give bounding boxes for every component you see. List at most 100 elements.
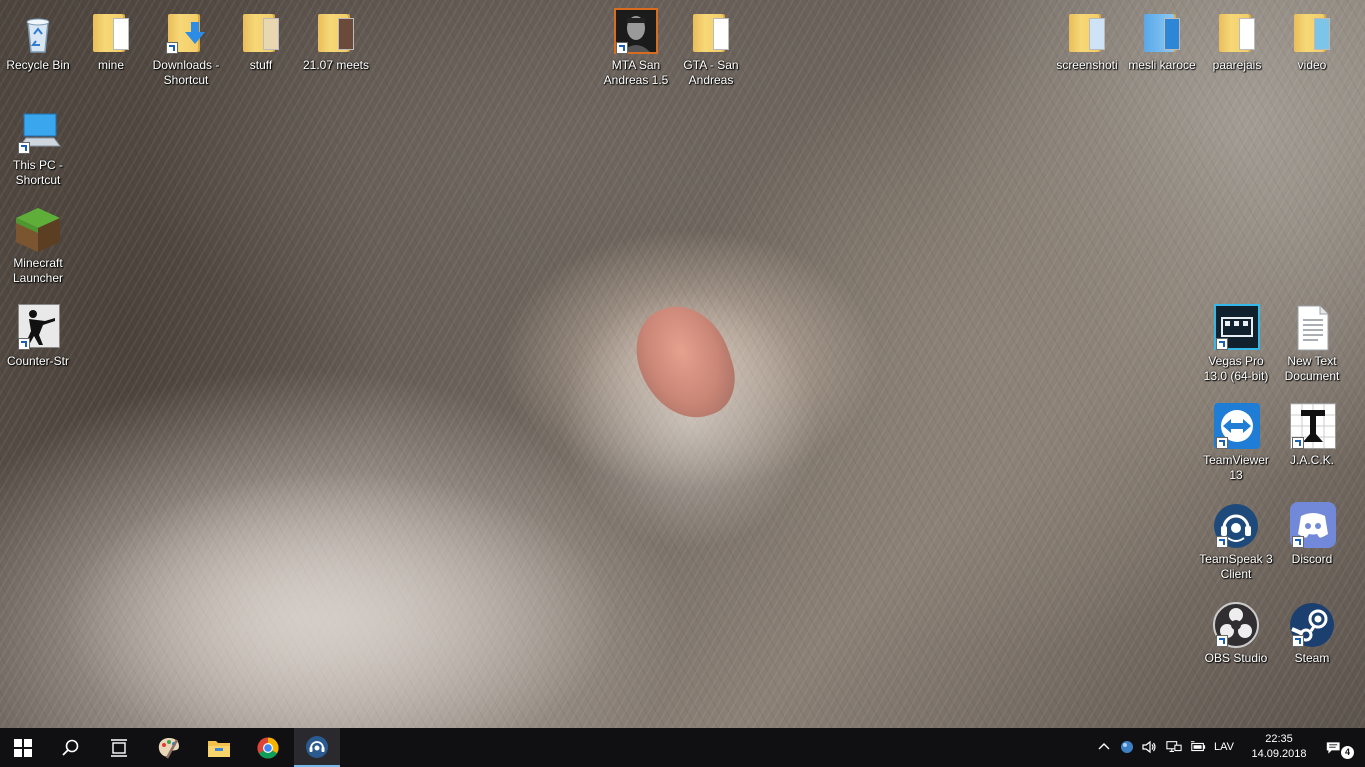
desktop-icon-label: paarejais	[1212, 58, 1262, 72]
notification-icon	[1326, 742, 1340, 754]
folder-icon	[1288, 8, 1336, 56]
folder-icon	[1138, 8, 1186, 56]
battery-icon	[1190, 741, 1206, 752]
desktop-icon-gta-san-andreas[interactable]: GTA - San Andreas	[673, 8, 749, 88]
desktop-icon-label: This PC - Shortcut	[12, 158, 63, 187]
shortcut-arrow-icon	[1216, 437, 1228, 449]
desktop-icon-label: mesli karoce	[1128, 58, 1196, 72]
desktop-wallpaper: Recycle Bin mine Downloads - Shortcut st…	[0, 0, 1365, 728]
shortcut-arrow-icon	[1216, 338, 1228, 350]
desktop-icon-label: video	[1297, 58, 1327, 72]
desktop-icon-counter-strike[interactable]: Counter-Str	[0, 304, 76, 369]
task-view-icon	[111, 738, 127, 757]
shortcut-arrow-icon	[18, 338, 30, 350]
windows-logo-icon	[14, 738, 32, 757]
desktop-icon-label: MTA San Andreas 1.5	[603, 58, 669, 87]
desktop-icon-21-07-meets[interactable]: 21.07 meets	[298, 8, 374, 73]
volume-button[interactable]	[1140, 728, 1158, 767]
desktop-icon-mine[interactable]: mine	[73, 8, 149, 73]
counter-strike-icon	[14, 304, 62, 352]
mta-san-andreas-icon	[612, 8, 660, 56]
taskbar-chrome[interactable]	[245, 728, 291, 767]
desktop-icon-downloads-shortcut[interactable]: Downloads - Shortcut	[148, 8, 224, 88]
desktop-icon-label: Recycle Bin	[6, 58, 70, 72]
folder-icon	[1213, 8, 1261, 56]
jack-editor-icon	[1288, 403, 1336, 451]
desktop-icon-label: Vegas Pro 13.0 (64-bit)	[1203, 354, 1269, 383]
network-button[interactable]	[1164, 728, 1184, 767]
folder-icon	[87, 8, 135, 56]
shortcut-arrow-icon	[1292, 635, 1304, 647]
folder-icon	[312, 8, 360, 56]
desktop-icon-obs-studio[interactable]: OBS Studio	[1198, 601, 1274, 666]
desktop-icon-label: Discord	[1291, 552, 1333, 566]
battery-button[interactable]	[1188, 728, 1208, 767]
desktop-icon-recycle-bin[interactable]: Recycle Bin	[0, 8, 76, 73]
notification-count-badge: 4	[1341, 746, 1354, 759]
desktop-icon-label: stuff	[249, 58, 273, 72]
desktop-icon-vegas-pro[interactable]: Vegas Pro 13.0 (64-bit)	[1198, 304, 1274, 384]
desktop-icon-minecraft-launcher[interactable]: Minecraft Launcher	[0, 206, 76, 286]
taskbar-paint-app[interactable]	[146, 728, 192, 767]
teamviewer-icon	[1212, 403, 1260, 451]
text-document-icon	[1288, 304, 1336, 352]
volume-icon	[1142, 740, 1156, 754]
desktop-icon-label: OBS Studio	[1204, 651, 1268, 665]
input-language-indicator[interactable]: LAV	[1214, 741, 1234, 753]
paint-palette-icon	[158, 737, 179, 759]
shortcut-arrow-icon	[1216, 536, 1228, 548]
start-button[interactable]	[0, 728, 46, 767]
desktop-icon-new-text-document[interactable]: New Text Document	[1274, 304, 1350, 384]
task-view-button[interactable]	[96, 728, 142, 767]
clock[interactable]: 22:35 14.09.2018	[1248, 732, 1310, 762]
taskbar-teamspeak[interactable]	[294, 728, 340, 767]
chevron-up-icon	[1098, 743, 1110, 750]
minecraft-grass-block-icon	[14, 206, 62, 254]
obs-studio-icon	[1212, 601, 1260, 649]
folder-icon	[687, 8, 735, 56]
desktop-icon-label: 21.07 meets	[302, 58, 370, 72]
globe-icon	[1121, 741, 1133, 753]
search-button[interactable]	[48, 728, 94, 767]
discord-icon	[1288, 502, 1336, 550]
shortcut-arrow-icon	[1292, 437, 1304, 449]
clock-date: 14.09.2018	[1251, 748, 1307, 760]
desktop-icon-jack[interactable]: J.A.C.K.	[1274, 403, 1350, 468]
desktop-icon-teamspeak[interactable]: TeamSpeak 3 Client	[1198, 502, 1274, 582]
desktop-icon-label: TeamSpeak 3 Client	[1199, 552, 1273, 581]
desktop-icon-discord[interactable]: Discord	[1274, 502, 1350, 567]
desktop-icon-paarejais[interactable]: paarejais	[1199, 8, 1275, 73]
desktop-icon-teamviewer[interactable]: TeamViewer 13	[1198, 403, 1274, 483]
shortcut-arrow-icon	[616, 42, 628, 54]
recycle-bin-icon	[14, 8, 62, 56]
search-icon	[62, 739, 79, 756]
desktop-icon-mta-san-andreas[interactable]: MTA San Andreas 1.5	[598, 8, 674, 88]
show-hidden-icons-button[interactable]	[1094, 728, 1112, 767]
taskbar-file-explorer[interactable]	[196, 728, 242, 767]
shortcut-arrow-icon	[1292, 536, 1304, 548]
desktop-icon-label: J.A.C.K.	[1289, 453, 1334, 467]
desktop-icon-screenshoti[interactable]: screenshoti	[1049, 8, 1125, 73]
desktop-icon-steam[interactable]: Steam	[1274, 601, 1350, 666]
desktop-icon-label: Steam	[1294, 651, 1330, 665]
steam-icon	[1288, 601, 1336, 649]
downloads-folder-icon	[162, 8, 210, 56]
desktop-icon-label: Downloads - Shortcut	[152, 58, 220, 87]
teamspeak-icon	[306, 735, 328, 758]
desktop-icon-stuff[interactable]: stuff	[223, 8, 299, 73]
action-center-button[interactable]: 4	[1318, 728, 1358, 767]
shortcut-arrow-icon	[1216, 635, 1228, 647]
desktop-icon-label: mine	[97, 58, 124, 72]
tray-app-globe[interactable]	[1118, 728, 1136, 767]
desktop-icon-this-pc[interactable]: This PC - Shortcut	[0, 108, 76, 188]
shortcut-arrow-icon	[166, 42, 178, 54]
clock-time: 22:35	[1265, 733, 1293, 745]
desktop-icon-mesli-karoce[interactable]: mesli karoce	[1124, 8, 1200, 73]
desktop-icon-label: Counter-Str	[6, 354, 70, 368]
taskbar: LAV 22:35 14.09.2018 4	[0, 728, 1365, 767]
desktop-icon-label: TeamViewer 13	[1203, 453, 1269, 482]
teamspeak-icon	[1212, 502, 1260, 550]
desktop-icon-label: New Text Document	[1284, 354, 1340, 383]
chrome-icon	[257, 737, 279, 759]
desktop-icon-video[interactable]: video	[1274, 8, 1350, 73]
